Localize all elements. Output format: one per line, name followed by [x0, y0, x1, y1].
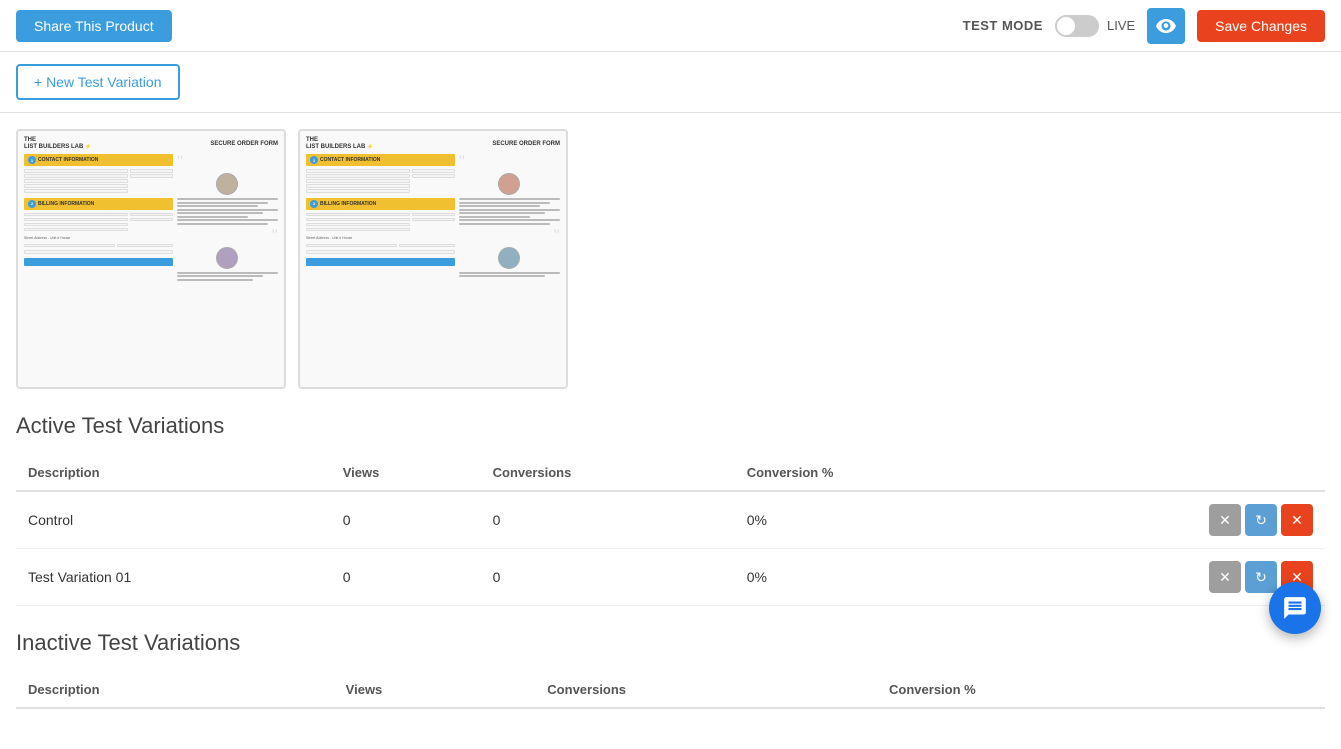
variation-thumbnail-1[interactable]: THELIST BUILDERS LAB ⚡ SECURE ORDER FORM… — [16, 129, 286, 389]
row-conversion-pct: 0% — [735, 491, 1009, 549]
row-conversions: 0 — [481, 491, 735, 549]
header-bar: Share This Product TEST MODE LIVE Save C… — [0, 0, 1341, 52]
refresh-action-button[interactable]: ↻ — [1245, 561, 1277, 593]
cancel-action-button[interactable]: ✕ — [1209, 561, 1241, 593]
col-conversion-pct-header: Conversion % — [735, 455, 1009, 491]
save-button[interactable]: Save Changes — [1197, 10, 1325, 42]
inactive-section-title: Inactive Test Variations — [16, 630, 1325, 656]
inactive-table-header-row: Description Views Conversions Conversion… — [16, 672, 1325, 708]
active-section-title: Active Test Variations — [16, 413, 1325, 439]
preview-button[interactable] — [1147, 8, 1185, 44]
row-actions: ✕ ↻ ✕ — [1008, 491, 1325, 549]
test-mode-label: TEST MODE — [963, 18, 1043, 33]
chat-bubble[interactable] — [1269, 582, 1321, 634]
share-button[interactable]: Share This Product — [16, 10, 172, 42]
row-conversion-pct: 0% — [735, 549, 1009, 606]
row-description: Control — [16, 491, 331, 549]
toggle-container: LIVE — [1055, 15, 1135, 37]
inactive-col-conversions-header: Conversions — [535, 672, 877, 708]
row-conversions: 0 — [481, 549, 735, 606]
content-area: Active Test Variations Description Views… — [0, 413, 1341, 749]
header-right: TEST MODE LIVE Save Changes — [963, 8, 1325, 44]
chat-icon — [1282, 595, 1308, 621]
refresh-action-button[interactable]: ↻ — [1245, 504, 1277, 536]
table-row: Test Variation 01 0 0 0% ✕ ↻ ✕ — [16, 549, 1325, 606]
cancel-action-button[interactable]: ✕ — [1209, 504, 1241, 536]
new-variation-button[interactable]: + New Test Variation — [16, 64, 180, 100]
delete-action-button[interactable]: ✕ — [1281, 504, 1313, 536]
row-description: Test Variation 01 — [16, 549, 331, 606]
sub-header: + New Test Variation — [0, 52, 1341, 113]
live-label: LIVE — [1107, 18, 1135, 33]
inactive-col-views-header: Views — [334, 672, 536, 708]
col-description-header: Description — [16, 455, 331, 491]
eye-icon — [1156, 19, 1176, 33]
table-header-row: Description Views Conversions Conversion… — [16, 455, 1325, 491]
active-variations-table: Description Views Conversions Conversion… — [16, 455, 1325, 606]
col-actions-header — [1008, 455, 1325, 491]
col-conversions-header: Conversions — [481, 455, 735, 491]
inactive-col-actions-header — [1245, 672, 1325, 708]
inactive-col-description-header: Description — [16, 672, 334, 708]
table-row: Control 0 0 0% ✕ ↻ ✕ — [16, 491, 1325, 549]
preview-area: THELIST BUILDERS LAB ⚡ SECURE ORDER FORM… — [0, 113, 1341, 405]
variation-thumbnail-2[interactable]: THELIST BUILDERS LAB ⚡ SECURE ORDER FORM… — [298, 129, 568, 389]
col-views-header: Views — [331, 455, 481, 491]
inactive-col-conversion-pct-header: Conversion % — [877, 672, 1245, 708]
test-mode-toggle[interactable] — [1055, 15, 1099, 37]
row-views: 0 — [331, 549, 481, 606]
inactive-variations-table: Description Views Conversions Conversion… — [16, 672, 1325, 709]
row-views: 0 — [331, 491, 481, 549]
